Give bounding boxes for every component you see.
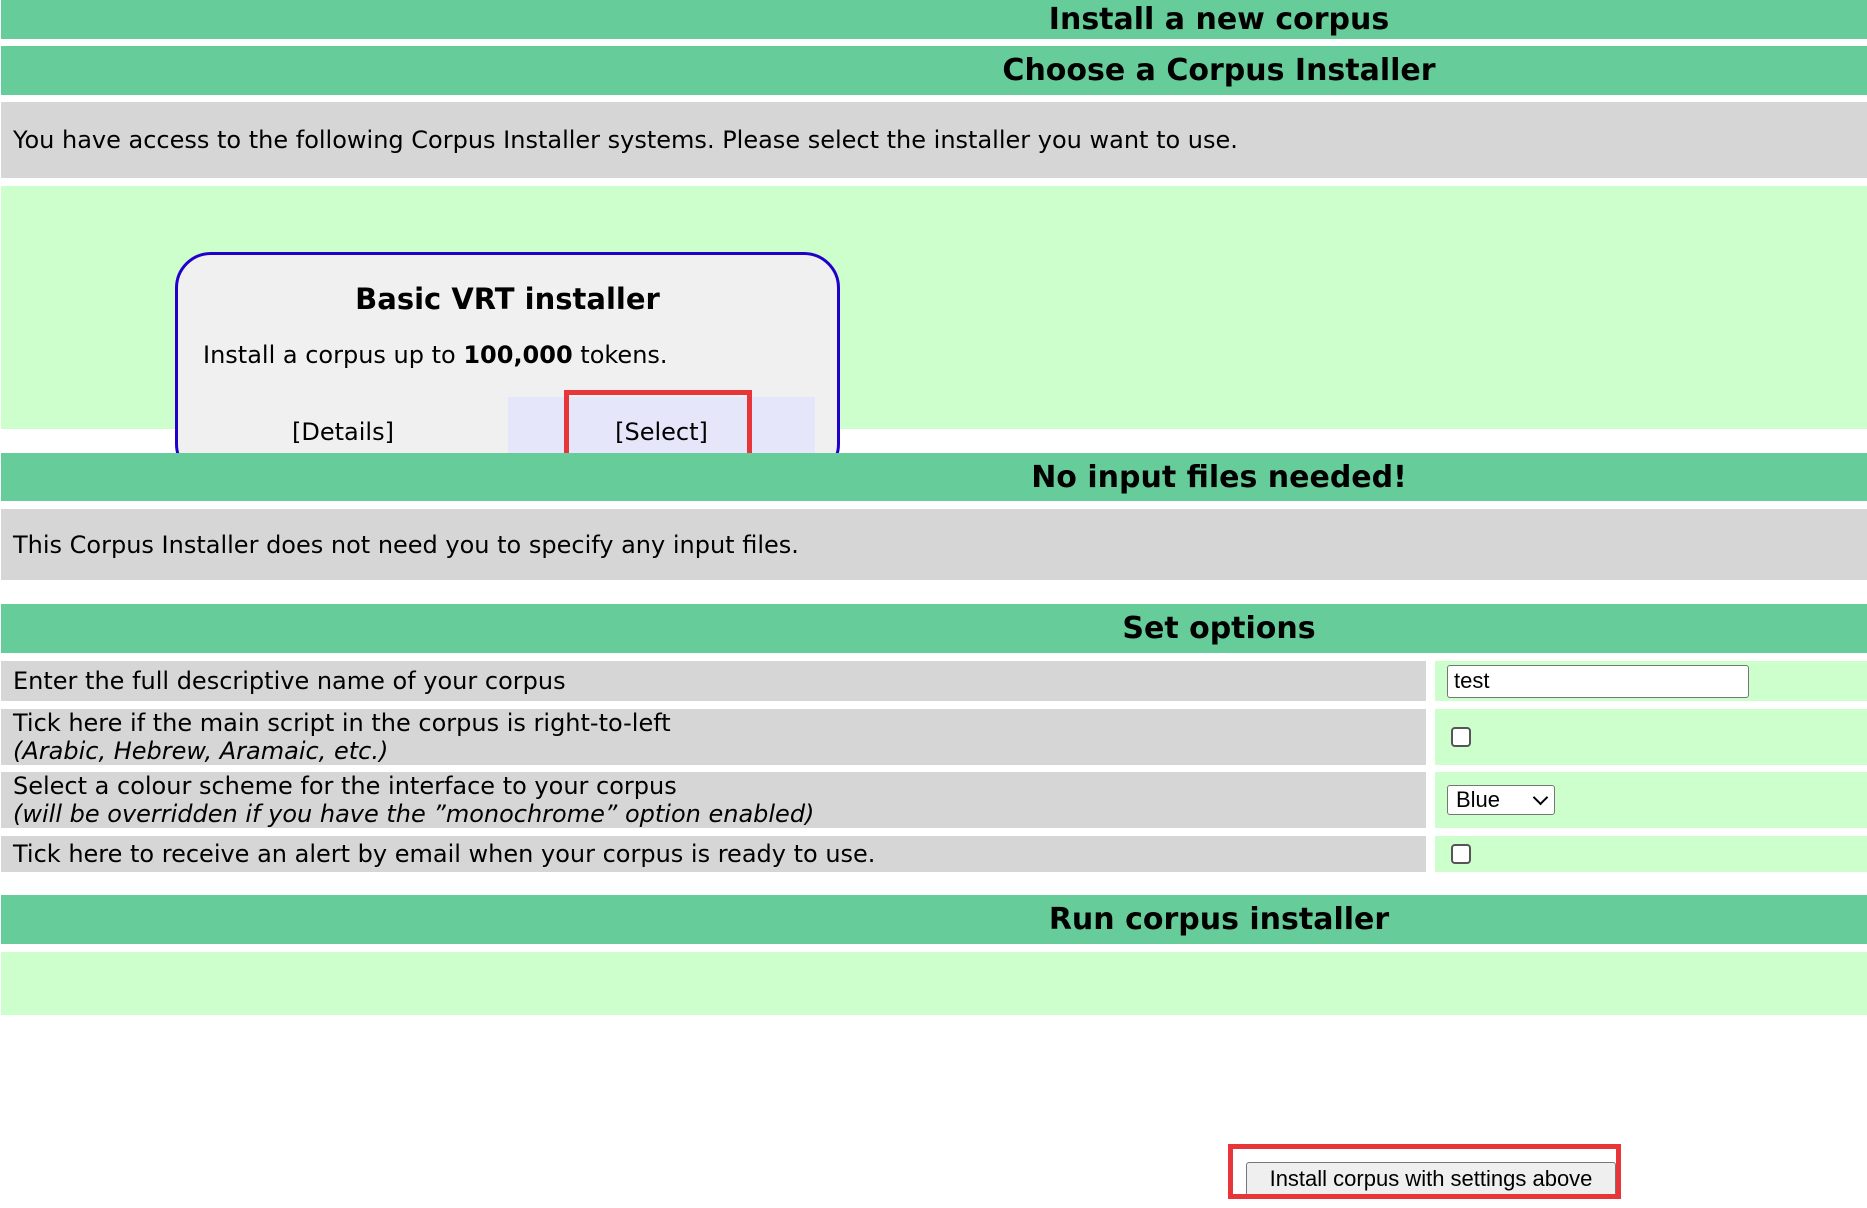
option-label-colour-sub: (will be overridden if you have the ”mon… (13, 800, 815, 828)
option-label-colour-text: Select a colour scheme for the interface… (13, 772, 677, 800)
option-label-colour: Select a colour scheme for the interface… (1, 772, 1426, 828)
installer-card-description: Install a corpus up to 100,000 tokens. (203, 341, 668, 369)
option-control-email (1435, 836, 1867, 872)
option-gap (1426, 661, 1435, 701)
page: Install a new corpus Choose a Corpus Ins… (0, 0, 1867, 1208)
corpus-name-input[interactable]: test (1447, 664, 1749, 698)
installer-card-token-limit: 100,000 (463, 341, 573, 369)
option-control-rtl (1435, 709, 1867, 765)
page-title-text: Install a new corpus (1048, 2, 1390, 37)
run-area (1, 952, 1867, 1015)
installer-intro-text: You have access to the following Corpus … (13, 126, 1238, 154)
page-title: Install a new corpus (1, 0, 1867, 39)
option-row-name: Enter the full descriptive name of your … (1, 661, 1867, 701)
input-files-heading: No input files needed! (1, 453, 1867, 501)
option-label-rtl-text: Tick here if the main script in the corp… (13, 709, 671, 737)
options-heading-text: Set options (1122, 611, 1316, 646)
installer-heading: Choose a Corpus Installer (1, 46, 1867, 95)
options-heading: Set options (1, 604, 1867, 653)
option-gap (1426, 709, 1435, 765)
option-control-name: test (1435, 661, 1867, 701)
colour-scheme-select[interactable]: Blue (1447, 785, 1555, 815)
installer-card-basic-vrt: Basic VRT installer Install a corpus up … (175, 252, 840, 480)
run-heading-text: Run corpus installer (1048, 902, 1390, 937)
installer-card-desc-suffix: tokens. (572, 341, 668, 369)
option-label-email: Tick here to receive an alert by email w… (1, 836, 1426, 872)
install-corpus-button[interactable]: Install corpus with settings above (1246, 1162, 1616, 1196)
option-gap (1426, 772, 1435, 828)
chevron-down-icon (1532, 789, 1549, 805)
installer-heading-text: Choose a Corpus Installer (1002, 53, 1436, 88)
option-gap (1426, 836, 1435, 872)
option-row-email: Tick here to receive an alert by email w… (1, 836, 1867, 872)
installer-intro: You have access to the following Corpus … (1, 102, 1867, 178)
option-control-colour: Blue (1435, 772, 1867, 828)
option-label-email-text: Tick here to receive an alert by email w… (13, 840, 876, 868)
input-files-message: This Corpus Installer does not need you … (1, 509, 1867, 580)
colour-scheme-value: Blue (1456, 787, 1501, 812)
input-files-heading-text: No input files needed! (1031, 459, 1407, 495)
option-row-colour: Select a colour scheme for the interface… (1, 772, 1867, 828)
input-files-message-text: This Corpus Installer does not need you … (13, 530, 799, 559)
option-row-rtl: Tick here if the main script in the corp… (1, 709, 1867, 765)
option-label-name: Enter the full descriptive name of your … (1, 661, 1426, 701)
option-label-rtl: Tick here if the main script in the corp… (1, 709, 1426, 765)
option-label-name-text: Enter the full descriptive name of your … (13, 667, 566, 695)
option-label-rtl-sub: (Arabic, Hebrew, Aramaic, etc.) (13, 737, 389, 765)
run-heading: Run corpus installer (1, 895, 1867, 944)
installer-card-desc-prefix: Install a corpus up to (203, 341, 464, 369)
email-alert-checkbox[interactable] (1451, 844, 1471, 864)
rtl-checkbox[interactable] (1451, 727, 1471, 747)
installer-card-title: Basic VRT installer (355, 282, 660, 316)
